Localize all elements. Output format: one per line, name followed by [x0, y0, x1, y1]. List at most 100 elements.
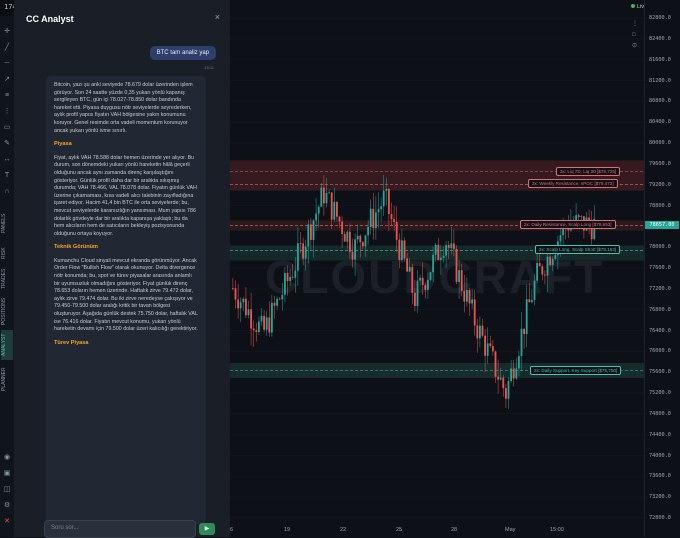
layers-icon[interactable]: ◫ [3, 486, 11, 494]
brush-icon[interactable]: ✎ [3, 140, 11, 148]
candle-body [479, 325, 481, 339]
trendline-icon[interactable]: ╱ [3, 44, 11, 52]
candle-body [505, 388, 507, 399]
candle-body [278, 298, 281, 300]
candle-body [523, 328, 525, 334]
candle-body [271, 302, 273, 333]
eye-icon[interactable]: ◉ [3, 454, 11, 462]
candle-body [437, 244, 440, 261]
rectangle-icon[interactable]: ▭ [3, 124, 11, 132]
candle-body [510, 368, 512, 382]
tab-positions[interactable]: POSITIONS [1, 294, 13, 328]
tab-planner[interactable]: PLANNER [1, 362, 13, 396]
level-tag[interactable]: 3x: Liq 7D, Liq 30 [$79,725] [556, 166, 621, 176]
candle-body [255, 330, 258, 333]
price-label: 76400.0 [649, 327, 671, 334]
level-tag[interactable]: 2x: Daily Resistance, Scalp Long [$78,65… [520, 220, 616, 230]
text-tool-icon[interactable]: T [3, 172, 11, 180]
section-title-derivatives: Türev Piyasa [54, 339, 89, 346]
candle-body [299, 243, 302, 245]
tab-analyst[interactable]: ANALYST [1, 330, 13, 360]
tab-panels[interactable]: PANELS [1, 206, 13, 240]
candle-body [258, 321, 260, 333]
price-label: 74400.0 [649, 431, 671, 438]
candle-body [442, 255, 445, 258]
candle-body [393, 219, 395, 222]
price-label: 74800.0 [649, 410, 671, 417]
delete-icon[interactable]: ✕ [3, 518, 11, 526]
candle-body [497, 376, 499, 380]
more-icon[interactable]: ⋮ [632, 19, 638, 30]
close-icon[interactable]: × [215, 12, 220, 22]
left-drawing-toolbar: ✛ ╱ ─ ↗ ≡ ⋮ ▭ ✎ ↔ T ∩ PANELS RISK TRADES… [0, 16, 15, 537]
candle-body [250, 309, 252, 329]
candle-body [273, 302, 276, 306]
expand-icon[interactable]: □ [632, 30, 638, 41]
candle-body [450, 243, 453, 248]
measure-icon[interactable]: ↔ [3, 156, 11, 164]
candle-body [349, 231, 351, 252]
ray-icon[interactable]: ↗ [3, 76, 11, 84]
level-tag[interactable]: 2x: Daily Support, Key Support [$75,750] [530, 365, 622, 375]
price-label: 75600.0 [649, 369, 671, 376]
candle-body [536, 262, 538, 281]
candle-body [237, 299, 239, 309]
candle-body [369, 208, 372, 227]
candle-body [468, 290, 471, 304]
candle-body [453, 243, 455, 249]
question-placeholder: Soru sor... [51, 525, 79, 531]
candle-body [481, 325, 484, 336]
user-message: BTC tam analiz yap [149, 46, 216, 60]
price-label: 77200.0 [649, 285, 671, 292]
price-label: 80800.0 [649, 98, 671, 105]
candle-body [234, 288, 237, 300]
send-button[interactable]: ▶ [199, 523, 215, 535]
question-input[interactable]: Soru sor... [44, 520, 196, 538]
price-label: 76800.0 [649, 306, 671, 313]
fib-icon[interactable]: ⋮ [3, 108, 11, 116]
candle-body [463, 290, 466, 302]
candle-body [281, 294, 284, 300]
candle-body [333, 201, 336, 220]
candle-body [471, 299, 473, 304]
tab-trades[interactable]: TRADES [1, 266, 13, 292]
candle-body [245, 298, 247, 316]
candle-body [398, 239, 401, 261]
crosshair-icon[interactable]: ✛ [3, 28, 11, 36]
candle-body [276, 298, 278, 306]
candle-body [528, 299, 531, 303]
candle-body [460, 270, 463, 291]
lock-icon[interactable]: ▣ [3, 470, 11, 478]
candle-body [512, 368, 515, 379]
candle-body [286, 272, 289, 282]
price-scale[interactable]: 82800.0 82400.0 81600.0 81200.0 80800.0 80400… [644, 0, 680, 537]
price-label: 79600.0 [649, 160, 671, 167]
time-label: 6 [230, 527, 234, 533]
candle-body [320, 187, 323, 207]
candle-body [486, 343, 489, 356]
level-tag[interactable]: 2x: Scalp Long, Scalp Short [$78,153] [535, 245, 621, 255]
candle-body [265, 317, 268, 330]
channel-icon[interactable]: ≡ [3, 92, 11, 100]
candle-body [427, 279, 429, 290]
price-label: 82400.0 [649, 35, 671, 42]
level-tag[interactable]: 3x: Weekly Resistance, sPOC [$79,472] [528, 179, 618, 189]
candle-body [247, 309, 250, 316]
magnet-icon[interactable]: ∩ [3, 188, 11, 196]
candle-body [354, 239, 356, 260]
candle-body [294, 270, 297, 278]
tab-risk[interactable]: RISK [1, 242, 13, 264]
price-chart[interactable]: CLOUDCRAFT 3x: Liq 7D, Liq 30 [$79,725] 3… [230, 0, 644, 537]
price-label: 76000.0 [649, 348, 671, 355]
price-label: 72800.0 [649, 515, 671, 521]
candle-body [489, 343, 492, 347]
analyst-panel: CC Analyst × BTC tam analiz yap 19:11 Bi… [14, 0, 231, 538]
chart-settings-icon[interactable]: ⊙ [632, 41, 638, 52]
price-label: 80000.0 [649, 140, 671, 146]
candle-body [515, 368, 518, 379]
horizontal-line-icon[interactable]: ─ [3, 60, 11, 68]
current-price-tag: 78657.00 [645, 221, 679, 230]
candle-body [518, 356, 520, 369]
settings-icon[interactable]: ⚙ [3, 502, 11, 510]
candle-body [315, 213, 317, 221]
